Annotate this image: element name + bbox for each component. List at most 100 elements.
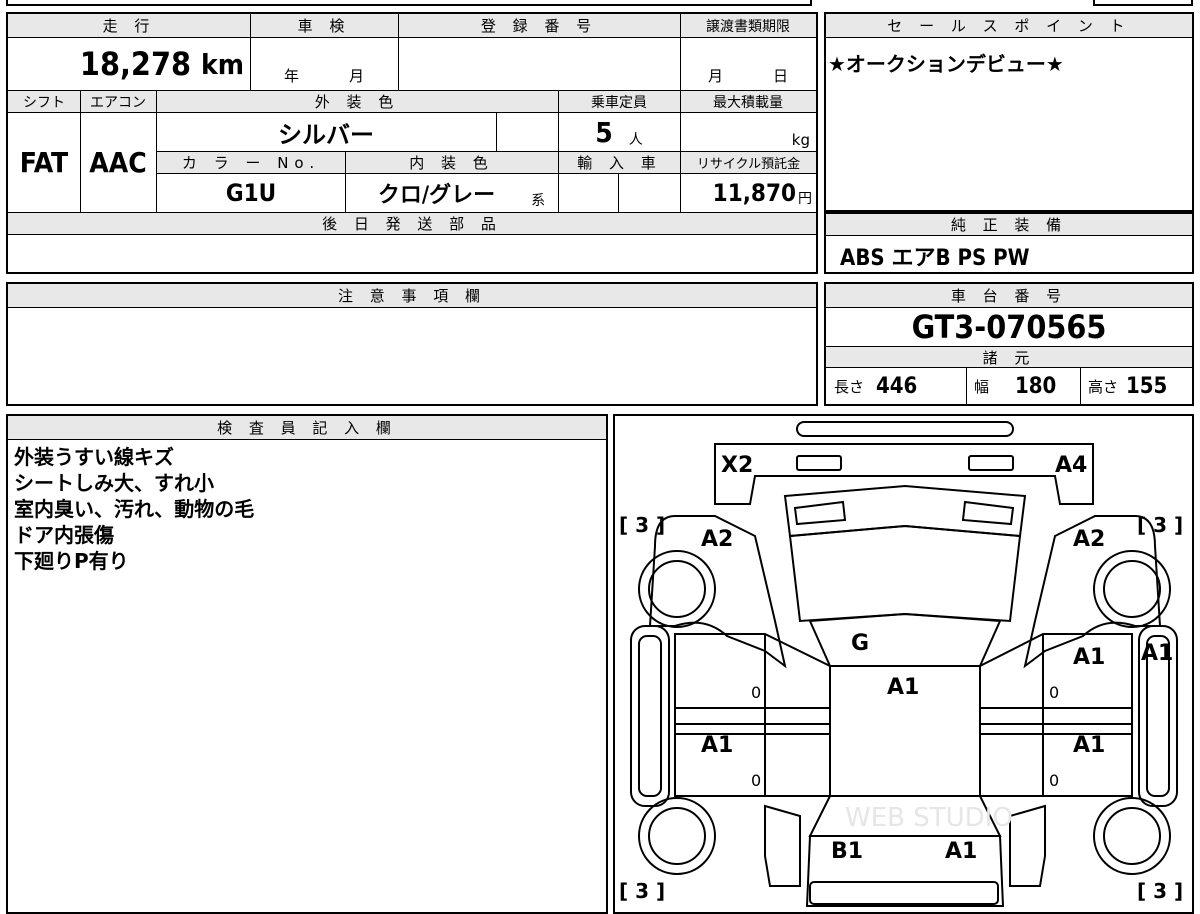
inspection-label: 車 検	[297, 17, 351, 35]
right-rear-wheel	[1093, 797, 1171, 875]
import-label: 輸 入 車	[577, 154, 662, 172]
maxload-unit: kg	[791, 131, 810, 149]
mark-a1-trunk: A1	[945, 839, 977, 864]
shift-header: シフト	[8, 91, 80, 113]
mark-zero-3: 0	[751, 771, 761, 790]
inspector-notes: 外装うすい線キズ シートしみ大、すれ小 室内臭い、汚れ、動物の毛 ドア内張傷 下…	[14, 444, 254, 574]
inspector-header: 検 査 員 記 入 欄	[8, 416, 606, 440]
right-headlight	[968, 455, 1014, 471]
maxload-header: 最大積載量	[680, 91, 816, 113]
watermark: WEB STUDIO	[845, 803, 1013, 833]
recycle-unit: 円	[798, 191, 812, 207]
height-cell: 高さ 155	[1080, 368, 1192, 404]
capacity-value-cell: 5 人	[558, 113, 680, 151]
hood	[783, 484, 1027, 538]
chassis-value-cell: GT3-070565	[826, 308, 1192, 346]
exterior-label: 外 装 色	[314, 93, 400, 111]
tire-rear-right: [ 3 ]	[1137, 879, 1183, 903]
width-label: 幅	[974, 377, 990, 396]
interior-value-cell: クロ/グレー 系	[345, 174, 558, 212]
top-cutoff-strip	[6, 0, 812, 6]
inspector-line: 下廻りP有り	[14, 549, 129, 573]
mark-zero-1: 0	[751, 683, 761, 702]
front-bumper	[796, 421, 1014, 437]
left-headlight	[796, 455, 842, 471]
inspector-line: ドア内張傷	[14, 523, 114, 547]
rear-bumper	[809, 881, 999, 905]
mark-a2-left: A2	[701, 527, 733, 552]
top-cutoff-strip-right	[1093, 0, 1193, 6]
length-value: 446	[876, 373, 918, 399]
left-front-wheel	[638, 550, 716, 628]
left-sill	[630, 625, 670, 807]
maxload-value-cell: kg	[680, 113, 816, 151]
notes-label: 注 意 事 項 欄	[337, 287, 487, 305]
inspector-box: 検 査 員 記 入 欄 外装うすい線キズ シートしみ大、すれ小 室内臭い、汚れ、…	[6, 414, 608, 914]
width-value: 180	[1015, 373, 1057, 399]
inspection-month: 月	[349, 67, 365, 85]
chassis-label: 車 台 番 号	[950, 287, 1068, 305]
front-frame	[714, 443, 1094, 505]
length-label: 長さ	[834, 377, 865, 396]
maxload-label: 最大積載量	[713, 94, 783, 111]
width-cell: 幅 180	[966, 368, 1080, 404]
recycle-label: リサイクル預託金	[696, 157, 801, 172]
dimensions-label: 諸 元	[982, 348, 1036, 367]
dimensions-header: 諸 元	[826, 346, 1192, 368]
aircon-header: エアコン	[80, 91, 156, 113]
interior-suffix: 系	[531, 193, 546, 209]
later-parts-header: 後 日 発 送 部 品	[8, 213, 816, 235]
transfer-doc-label: 譲渡書類期限	[706, 18, 790, 35]
height-label: 高さ	[1088, 377, 1119, 396]
mark-a2-right: A2	[1073, 527, 1105, 552]
inspection-year: 年	[283, 67, 299, 85]
tire-front-right: [ 3 ]	[1137, 513, 1183, 537]
mark-a1-front-right-door: A1	[1073, 645, 1105, 670]
capacity-label: 乗車定員	[591, 94, 647, 111]
registration-header: 登 録 番 号	[398, 14, 680, 38]
later-parts-label: 後 日 発 送 部 品	[322, 215, 502, 233]
colorno-value: G1U	[225, 179, 277, 207]
mark-a4: A4	[1055, 453, 1087, 478]
registration-label: 登 録 番 号	[480, 17, 598, 35]
transfer-date-cell: 月 日	[680, 38, 816, 90]
shift-label: シフト	[23, 94, 65, 111]
exterior-header: 外 装 色	[156, 91, 558, 113]
recycle-value-cell: 11,870 円	[681, 174, 816, 212]
mark-g: G	[851, 631, 869, 656]
mileage-value: 18,278	[79, 45, 191, 83]
equipment-box: 純 正 装 備 ABS エアB PS PW	[824, 212, 1194, 274]
aircon-value: AAC	[89, 146, 147, 179]
equipment-header: 純 正 装 備	[826, 214, 1192, 236]
recycle-value: 11,870	[712, 179, 796, 207]
mark-a1-right-fender: A1	[1141, 641, 1173, 666]
windshield	[788, 524, 1022, 623]
mark-a1-rear-left-door: A1	[701, 733, 733, 758]
inspector-line: シートしみ大、すれ小	[14, 471, 214, 495]
shift-value: FAT	[19, 146, 69, 179]
mark-a1-rear-right-door: A1	[1073, 733, 1105, 758]
height-value: 155	[1126, 373, 1168, 399]
capacity-value: 5	[595, 116, 613, 149]
left-rear-wheel	[638, 797, 716, 875]
mileage-label: 走 行	[102, 17, 156, 35]
transfer-day: 日	[773, 67, 789, 85]
chassis-value: GT3-070565	[911, 308, 1107, 346]
colorno-label: カ ラ ー No.	[181, 154, 321, 172]
sales-point-box: セ ー ル ス ポ イ ン ト ★オークションデビュー★	[824, 12, 1194, 212]
capacity-header: 乗車定員	[558, 91, 680, 113]
mark-b1: B1	[831, 839, 863, 864]
interior-header: 内 装 色	[345, 152, 558, 174]
mark-zero-4: 0	[1049, 771, 1059, 790]
chassis-box: 車 台 番 号 GT3-070565 諸 元 長さ 446 幅 180 高さ 1…	[824, 282, 1194, 406]
exterior-value-cell: シルバー	[156, 113, 496, 151]
colorno-header: カ ラ ー No.	[157, 152, 345, 174]
notes-box: 注 意 事 項 欄	[6, 282, 818, 406]
aircon-value-cell: AAC	[80, 113, 156, 212]
inspection-date-cell: 年 月	[250, 38, 398, 90]
tire-front-left: [ 3 ]	[619, 513, 665, 537]
chassis-header: 車 台 番 号	[826, 284, 1192, 308]
left-rear-fender	[764, 804, 801, 887]
equipment-label: 純 正 装 備	[950, 216, 1068, 234]
inspector-label: 検 査 員 記 入 欄	[217, 419, 397, 437]
